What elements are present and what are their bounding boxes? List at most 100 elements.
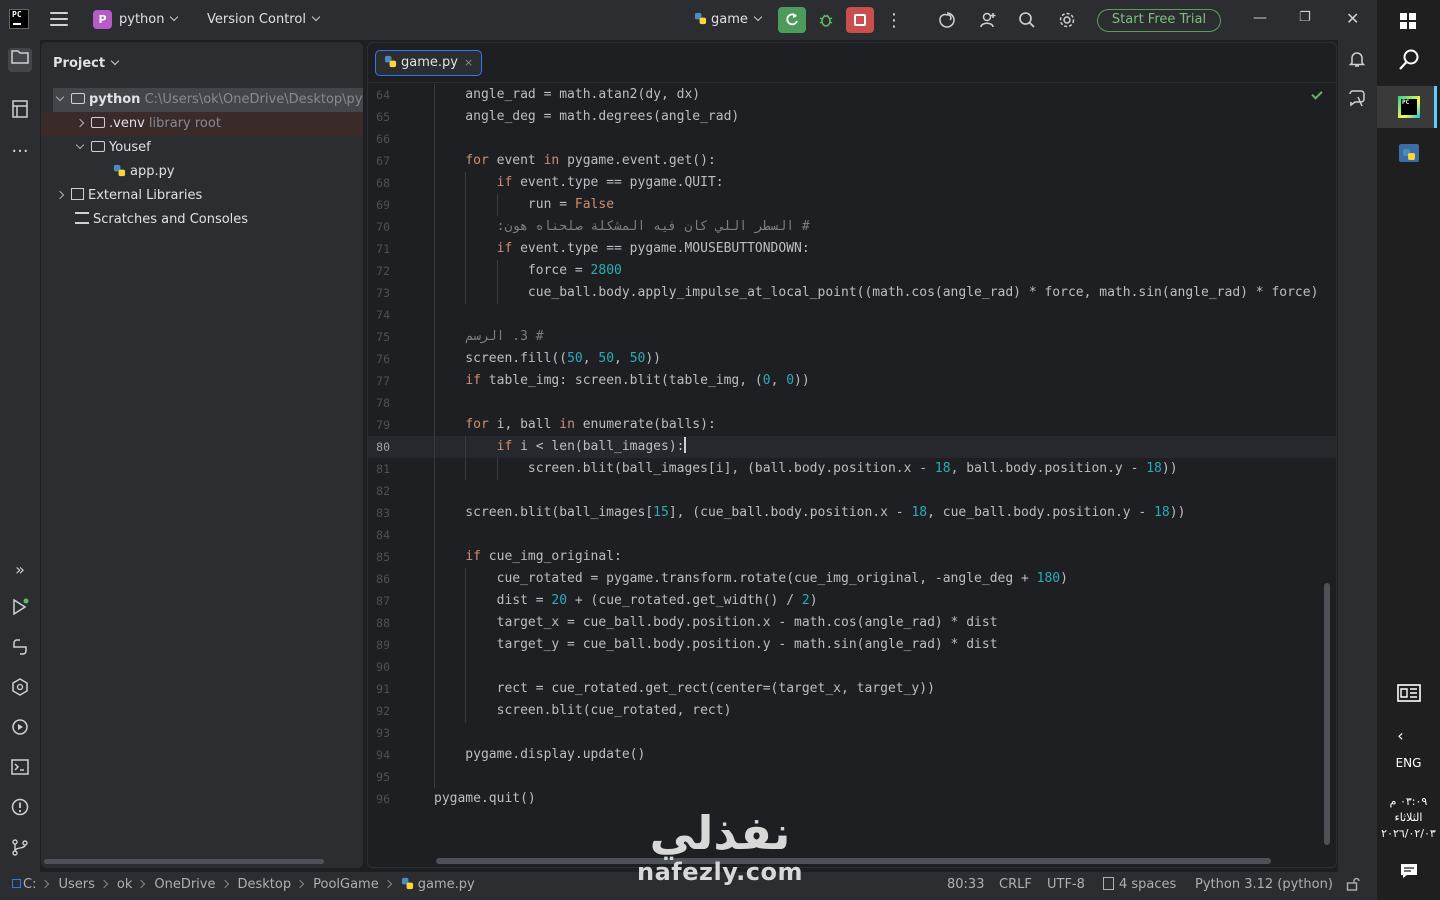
code-line[interactable]: 69 run = False bbox=[368, 194, 1336, 216]
code-line[interactable]: 82 bbox=[368, 480, 1336, 502]
project-badge[interactable]: P bbox=[93, 10, 112, 29]
more-actions-button[interactable]: ⋮ bbox=[880, 7, 908, 33]
breadcrumb-item[interactable]: PoolGame bbox=[313, 877, 379, 892]
chevron-right-icon[interactable] bbox=[75, 118, 85, 128]
more-tools-button[interactable]: ··· bbox=[8, 140, 32, 164]
project-tool-button[interactable] bbox=[8, 48, 32, 72]
run-configuration-selector[interactable]: game bbox=[694, 12, 763, 27]
code-line[interactable]: 73 cue_ball.body.apply_impulse_at_local_… bbox=[368, 282, 1336, 304]
add-user-button[interactable] bbox=[974, 7, 1002, 33]
breadcrumb-item[interactable]: ok bbox=[117, 877, 132, 892]
start-free-trial-button[interactable]: Start Free Trial bbox=[1097, 9, 1221, 32]
horizontal-scrollbar[interactable] bbox=[436, 858, 1271, 864]
breadcrumb-item[interactable]: Desktop bbox=[238, 877, 292, 892]
services-button[interactable]: » bbox=[8, 558, 32, 582]
breadcrumb-item[interactable]: OneDrive bbox=[154, 877, 215, 892]
read-only-toggle[interactable] bbox=[1346, 877, 1360, 895]
code-line[interactable]: 76 screen.fill((50, 50, 50)) bbox=[368, 348, 1336, 370]
code-line[interactable]: 91 rect = cue_rotated.get_rect(center=(t… bbox=[368, 678, 1336, 700]
chevron-right-icon[interactable] bbox=[55, 190, 65, 200]
code-text[interactable]: angle_rad = math.atan2(dy, dx) bbox=[434, 84, 700, 106]
code-line[interactable]: 84 bbox=[368, 524, 1336, 546]
code-line[interactable]: 64 angle_rad = math.atan2(dy, dx) bbox=[368, 84, 1336, 106]
code-line[interactable]: 80 if i < len(ball_images): bbox=[368, 436, 1336, 458]
caret-position[interactable]: 80:33 bbox=[947, 877, 984, 892]
code-text[interactable]: if table_img: screen.blit(table_img, (0,… bbox=[434, 370, 809, 392]
tree-item-yousef[interactable]: Yousef bbox=[53, 136, 363, 160]
tree-item-python-root[interactable]: python C:\Users\ok\OneDrive\Desktop\pyt bbox=[53, 88, 363, 112]
code-line[interactable]: 66 bbox=[368, 128, 1336, 150]
code-text[interactable]: pygame.display.update() bbox=[434, 744, 645, 766]
code-text[interactable]: target_x = cue_ball.body.position.x - ma… bbox=[434, 612, 998, 634]
search-everywhere-button[interactable] bbox=[1013, 7, 1041, 33]
code-line[interactable]: 83 screen.blit(ball_images[15], (cue_bal… bbox=[368, 502, 1336, 524]
code-text[interactable]: screen.fill((50, 50, 50)) bbox=[434, 348, 661, 370]
code-text[interactable]: cue_rotated = pygame.transform.rotate(cu… bbox=[434, 568, 1068, 590]
file-encoding[interactable]: UTF-8 bbox=[1047, 877, 1085, 892]
horizontal-scrollbar[interactable] bbox=[44, 859, 324, 864]
code-text[interactable]: if i < len(ball_images): bbox=[434, 436, 687, 458]
breadcrumb-item[interactable]: Users bbox=[58, 877, 94, 892]
code-area[interactable]: 64 angle_rad = math.atan2(dy, dx) 65 angl… bbox=[368, 84, 1336, 810]
taskbar-app-python[interactable] bbox=[1377, 135, 1437, 177]
code-text[interactable]: screen.blit(cue_rotated, rect) bbox=[434, 700, 732, 722]
terminal-button[interactable] bbox=[8, 758, 32, 782]
code-line[interactable]: 72 force = 2800 bbox=[368, 260, 1336, 282]
code-line[interactable]: 88 target_x = cue_ball.body.position.x -… bbox=[368, 612, 1336, 634]
restore-button[interactable]: ❐ bbox=[1299, 10, 1311, 25]
code-text[interactable]: screen.blit(ball_images[15], (cue_ball.b… bbox=[434, 502, 1185, 524]
code-line[interactable]: 74 bbox=[368, 304, 1336, 326]
code-text[interactable]: pygame.quit() bbox=[434, 788, 536, 810]
breadcrumb-item[interactable]: C: bbox=[23, 877, 36, 892]
code-text[interactable]: # السطر اللي كان فيه المشكلة صلحناه هون: bbox=[434, 216, 810, 238]
python-console-button[interactable] bbox=[8, 638, 32, 662]
code-text[interactable]: screen.blit(ball_images[i], (ball.body.p… bbox=[434, 458, 1178, 480]
tree-item-venv[interactable]: .venv library root bbox=[41, 112, 363, 136]
tree-item-app-py[interactable]: app.py bbox=[53, 160, 363, 184]
code-text[interactable]: # 3. الرسم bbox=[434, 326, 543, 348]
code-line[interactable]: 86 cue_rotated = pygame.transform.rotate… bbox=[368, 568, 1336, 590]
code-text[interactable]: if event.type == pygame.QUIT: bbox=[434, 172, 724, 194]
code-line[interactable]: 95 bbox=[368, 766, 1336, 788]
code-line[interactable]: 89 target_y = cue_ball.body.position.y -… bbox=[368, 634, 1336, 656]
code-text[interactable]: dist = 20 + (cue_rotated.get_width() / 2… bbox=[434, 590, 818, 612]
settings-button[interactable] bbox=[1053, 7, 1081, 33]
code-text[interactable]: if cue_img_original: bbox=[434, 546, 622, 568]
windows-start-icon[interactable] bbox=[1400, 13, 1416, 29]
line-endings[interactable]: CRLF bbox=[999, 877, 1032, 892]
code-line[interactable]: 94 pygame.display.update() bbox=[368, 744, 1336, 766]
project-panel-title[interactable]: Project bbox=[53, 56, 120, 71]
chevron-down-icon[interactable] bbox=[55, 92, 65, 102]
code-line[interactable]: 79 for i, ball in enumerate(balls): bbox=[368, 414, 1336, 436]
problems-button[interactable] bbox=[8, 798, 32, 822]
minimize-button[interactable]: — bbox=[1253, 10, 1267, 26]
code-line[interactable]: 70 # السطر اللي كان فيه المشكلة صلحناه ه… bbox=[368, 216, 1336, 238]
close-window-button[interactable]: ✕ bbox=[1346, 9, 1359, 28]
tree-item-external-libraries[interactable]: External Libraries bbox=[53, 184, 363, 208]
notification-center-button[interactable] bbox=[1377, 862, 1440, 884]
taskbar-search-button[interactable] bbox=[1377, 48, 1440, 76]
code-line[interactable]: 85 if cue_img_original: bbox=[368, 546, 1336, 568]
taskbar-app-pycharm[interactable]: PC bbox=[1377, 86, 1437, 128]
input-language-indicator[interactable]: ENG bbox=[1377, 756, 1440, 770]
python-packages-button[interactable] bbox=[8, 678, 32, 702]
version-control-menu[interactable]: Version Control bbox=[207, 12, 321, 27]
vertical-scrollbar[interactable] bbox=[1324, 583, 1330, 845]
code-line[interactable]: 75 # 3. الرسم bbox=[368, 326, 1336, 348]
code-text[interactable]: angle_deg = math.degrees(angle_rad) bbox=[434, 106, 739, 128]
structure-tool-button[interactable] bbox=[8, 100, 32, 124]
chevron-down-icon[interactable] bbox=[75, 140, 85, 150]
services-tool-button[interactable] bbox=[8, 718, 32, 742]
clock-time[interactable]: ٠٣:٠٩ م bbox=[1377, 794, 1440, 810]
clock-day[interactable]: الثلاثاء bbox=[1377, 810, 1440, 826]
project-switcher[interactable]: python bbox=[119, 12, 179, 27]
code-line[interactable]: 65 angle_deg = math.degrees(angle_rad) bbox=[368, 106, 1336, 128]
main-menu-button[interactable] bbox=[50, 12, 68, 28]
code-line[interactable]: 90 bbox=[368, 656, 1336, 678]
stop-button[interactable] bbox=[846, 7, 874, 33]
code-line[interactable]: 81 screen.blit(ball_images[i], (ball.bod… bbox=[368, 458, 1336, 480]
notifications-button[interactable] bbox=[1346, 50, 1368, 72]
code-line[interactable]: 71 if event.type == pygame.MOUSEBUTTONDO… bbox=[368, 238, 1336, 260]
code-line[interactable]: 77 if table_img: screen.blit(table_img, … bbox=[368, 370, 1336, 392]
code-text[interactable]: cue_ball.body.apply_impulse_at_local_poi… bbox=[434, 282, 1319, 304]
